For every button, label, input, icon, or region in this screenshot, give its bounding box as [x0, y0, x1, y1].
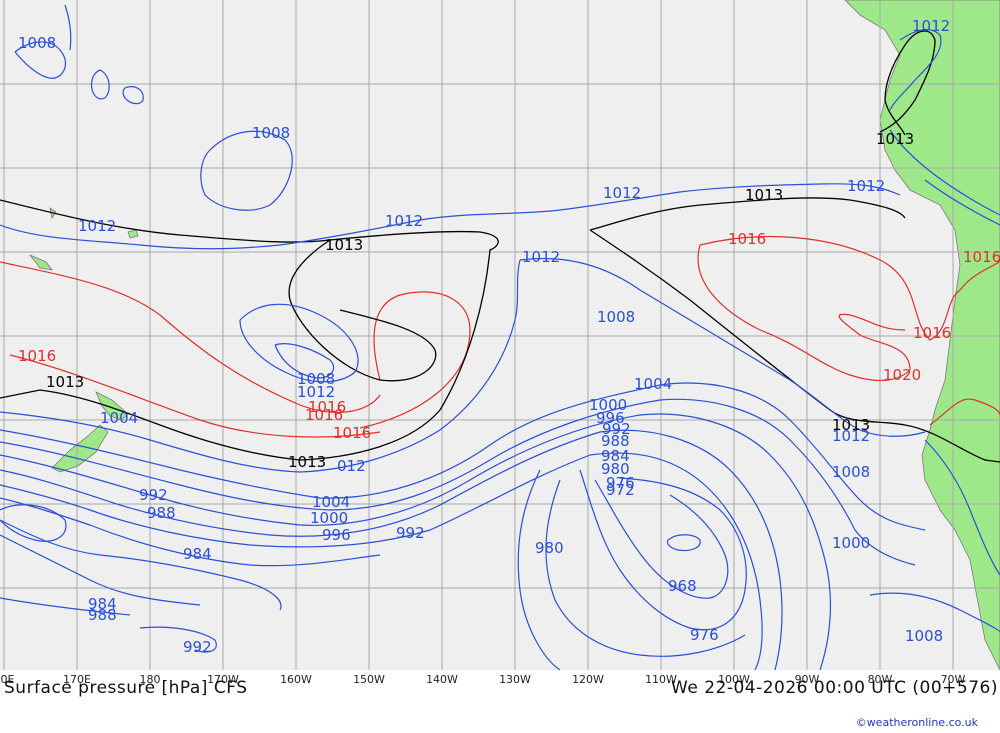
- isobar-label: 012: [337, 457, 366, 475]
- isobar-label: 992: [183, 638, 212, 656]
- isobar-label: 1004: [634, 375, 672, 393]
- isobar-label: 1013: [288, 453, 326, 471]
- isobar-label: 1012: [522, 248, 560, 266]
- isobar-label: 1012: [847, 177, 885, 195]
- isobar-label: 1012: [603, 184, 641, 202]
- lon-label: 130W: [499, 673, 531, 686]
- isobar-label: 1008: [597, 308, 635, 326]
- isobar-label: 1013: [876, 130, 914, 148]
- isobar-label: 1016: [18, 347, 56, 365]
- isobar-label: 976: [690, 626, 719, 644]
- isobar-label: 1008: [905, 627, 943, 645]
- isobar-label: 996: [322, 526, 351, 544]
- isobar-label: 1013: [745, 186, 783, 204]
- isobar-label: 984: [183, 545, 212, 563]
- isobar-label: 1004: [100, 409, 138, 427]
- isobar-label: 972: [606, 481, 635, 499]
- isobar-label: 968: [668, 577, 697, 595]
- pressure-map: 1008 1008 1012 1012 1013 1012 1012 1013 …: [0, 0, 1000, 670]
- isobar-label: 1008: [252, 124, 290, 142]
- isobar-label: 992: [396, 524, 425, 542]
- isobar-label: 980: [535, 539, 564, 557]
- lon-label: 120W: [572, 673, 604, 686]
- isobar-label: 1008: [18, 34, 56, 52]
- isobar-label: 1008: [832, 463, 870, 481]
- forecast-datetime: We 22-04-2026 00:00 UTC (00+576): [671, 678, 998, 698]
- isobar-label: 988: [88, 606, 117, 624]
- isobar-label: 1013: [325, 236, 363, 254]
- isobar-label: 1012: [385, 212, 423, 230]
- isobar-label: 1012: [78, 217, 116, 235]
- isobar-label: 1020: [883, 366, 921, 384]
- isobar-label: 1016: [308, 398, 346, 416]
- lon-label: 150W: [353, 673, 385, 686]
- isobar-label: 1000: [832, 534, 870, 552]
- isobar-label: 1000: [310, 509, 348, 527]
- isobar-label: 1016: [333, 424, 371, 442]
- isobar-label: 1012: [832, 427, 870, 445]
- lon-label: 140W: [426, 673, 458, 686]
- lon-label: 160W: [280, 673, 312, 686]
- isobar-label: 1016: [963, 248, 1000, 266]
- isobar-label: 988: [147, 504, 176, 522]
- isobar-label: 1012: [912, 17, 950, 35]
- isobar-label: 992: [139, 486, 168, 504]
- map-title: Surface pressure [hPa] CFS: [4, 678, 248, 698]
- isobar-label: 1016: [913, 324, 951, 342]
- credit-link[interactable]: ©weatheronline.co.uk: [856, 716, 978, 729]
- isobar-label: 1016: [728, 230, 766, 248]
- isobar-label: 1013: [46, 373, 84, 391]
